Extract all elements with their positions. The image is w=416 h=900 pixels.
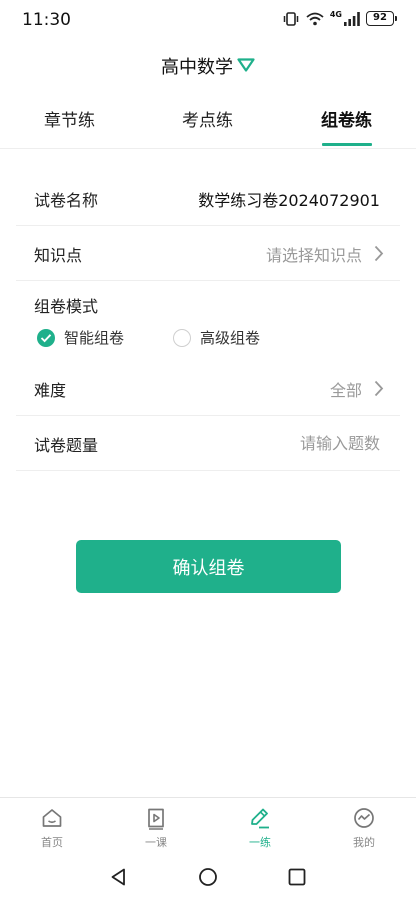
- tabs-divider: [0, 148, 416, 149]
- video-lesson-icon: [144, 806, 168, 830]
- back-icon[interactable]: [109, 867, 129, 891]
- knowledge-point-row[interactable]: 知识点 请选择知识点: [16, 226, 400, 281]
- wifi-icon: [306, 12, 324, 26]
- paper-name-value[interactable]: 数学练习卷2024072901: [198, 187, 380, 211]
- knowledge-point-placeholder: 请选择知识点: [265, 246, 362, 265]
- paper-mode-label: 组卷模式: [34, 297, 99, 316]
- confirm-paper-button[interactable]: 确认组卷: [76, 540, 341, 593]
- question-count-row: 试卷题量: [16, 416, 400, 471]
- status-time: 11:30: [22, 10, 71, 30]
- vibrate-icon: [282, 11, 300, 26]
- tab-topic-practice[interactable]: 考点练: [182, 106, 233, 131]
- network-type-label: 4G: [329, 10, 342, 19]
- recents-square-icon[interactable]: [287, 867, 307, 891]
- paper-mode-section: 组卷模式 智能组卷 高级组卷: [16, 283, 400, 363]
- nav-profile[interactable]: 我的: [334, 806, 394, 850]
- practice-tabs: 章节练 考点练 组卷练: [0, 96, 416, 148]
- paper-name-row: 试卷名称 数学练习卷2024072901: [16, 171, 400, 226]
- dropdown-triangle-icon[interactable]: [237, 57, 255, 76]
- question-count-label: 试卷题量: [34, 436, 99, 455]
- paper-name-label: 试卷名称: [34, 191, 99, 210]
- nav-practice[interactable]: 一练: [230, 806, 290, 850]
- question-count-input[interactable]: [200, 428, 380, 458]
- knowledge-point-label: 知识点: [34, 246, 83, 265]
- chevron-right-icon: [374, 245, 384, 266]
- page-title: 高中数学: [161, 57, 233, 78]
- nav-home-label: 首页: [41, 836, 63, 849]
- nav-lesson[interactable]: 一课: [126, 806, 186, 850]
- difficulty-value: 全部: [329, 381, 362, 400]
- chevron-right-icon: [374, 380, 384, 401]
- page-header[interactable]: 高中数学: [0, 48, 416, 84]
- system-nav-bar: [0, 855, 416, 900]
- home-icon: [40, 806, 64, 830]
- status-bar: 11:30 4G 92: [0, 0, 416, 40]
- tab-chapter-practice[interactable]: 章节练: [44, 106, 95, 131]
- radio-advanced-mode[interactable]: 高级组卷: [173, 327, 260, 348]
- nav-profile-label: 我的: [353, 836, 375, 849]
- status-icons: 4G 92: [282, 10, 397, 26]
- nav-practice-label: 一练: [249, 836, 271, 849]
- nav-lesson-label: 一课: [145, 836, 167, 849]
- difficulty-row[interactable]: 难度 全部: [16, 361, 400, 416]
- radio-smart-mode[interactable]: 智能组卷: [37, 327, 124, 348]
- bottom-nav: 首页 一课 一练 我的: [0, 797, 416, 855]
- home-circle-icon[interactable]: [198, 867, 218, 891]
- signal-icon: [344, 11, 360, 26]
- radio-smart-mode-label: 智能组卷: [64, 329, 125, 347]
- pencil-practice-icon: [248, 806, 272, 830]
- battery-icon: 92: [366, 11, 397, 26]
- tab-paper-practice[interactable]: 组卷练: [321, 106, 372, 131]
- difficulty-label: 难度: [34, 381, 67, 400]
- active-tab-indicator: [322, 143, 372, 146]
- radio-checked-icon: [37, 328, 55, 347]
- nav-home[interactable]: 首页: [22, 806, 82, 850]
- radio-advanced-mode-label: 高级组卷: [200, 329, 261, 347]
- radio-unchecked-icon: [173, 328, 191, 347]
- profile-icon: [352, 806, 376, 830]
